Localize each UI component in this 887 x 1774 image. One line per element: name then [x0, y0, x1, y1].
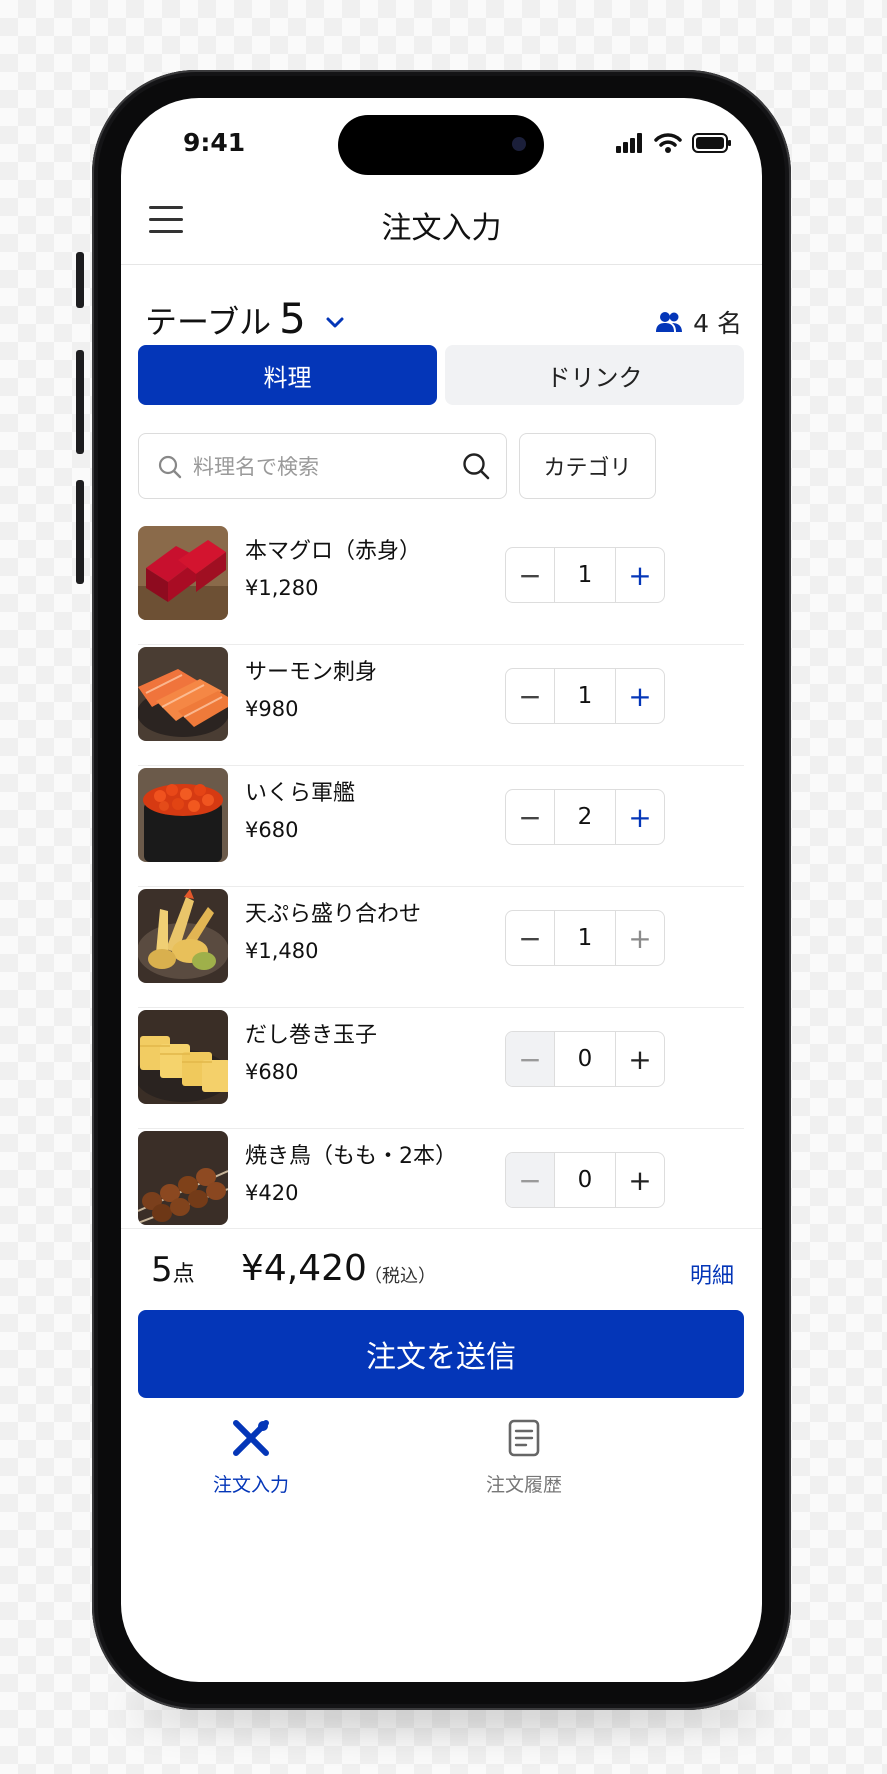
yakitori-image: [138, 1131, 228, 1225]
item-name: サーモン刺身: [245, 660, 378, 685]
decrement-button[interactable]: −: [506, 1032, 554, 1086]
bottom-nav: 注文入力 注文履歴: [121, 1408, 762, 1528]
quantity-stepper: − 1 +: [505, 547, 665, 603]
volume-up-button: [76, 350, 84, 454]
quantity-value: 0: [554, 1032, 616, 1086]
quantity-value: 1: [554, 911, 616, 965]
decrement-button[interactable]: −: [506, 548, 554, 602]
camera-icon: [512, 137, 526, 151]
list-item: サーモン刺身 ¥980 − 1 +: [138, 647, 744, 766]
increment-button[interactable]: +: [616, 669, 664, 723]
list-item: 焼き鳥（もも・2本） ¥420 − 0 +: [138, 1131, 744, 1249]
guest-count[interactable]: 4 名: [655, 304, 742, 340]
nav-order-entry[interactable]: 注文入力: [161, 1416, 341, 1497]
list-item: だし巻き玉子 ¥680 − 0 +: [138, 1010, 744, 1129]
quantity-stepper: − 0 +: [505, 1152, 665, 1208]
quantity-value: 1: [554, 669, 616, 723]
status-icons: [616, 132, 732, 154]
item-price: ¥420: [245, 1181, 299, 1205]
divider: [121, 1228, 762, 1229]
item-price: ¥1,280: [245, 576, 319, 600]
item-name: 天ぷら盛り合わせ: [245, 902, 422, 927]
item-name: 本マグロ（赤身）: [245, 539, 422, 564]
item-name: 焼き鳥（もも・2本）: [245, 1144, 457, 1169]
volume-down-button: [76, 480, 84, 584]
quantity-value: 1: [554, 548, 616, 602]
document-icon: [508, 1419, 540, 1457]
tab-drinks[interactable]: ドリンク: [445, 345, 744, 405]
order-summary: 5点 ¥4,420 （税込） 明細: [121, 1240, 762, 1300]
decrement-button[interactable]: −: [506, 911, 554, 965]
search-icon: [158, 455, 182, 479]
item-price: ¥1,480: [245, 939, 319, 963]
increment-button[interactable]: +: [616, 1032, 664, 1086]
list-item: 本マグロ（赤身） ¥1,280 − 1 +: [138, 526, 744, 645]
search-submit-icon[interactable]: [461, 451, 491, 481]
increment-button[interactable]: +: [616, 1153, 664, 1207]
item-price: ¥680: [245, 1060, 299, 1084]
item-name: だし巻き玉子: [245, 1023, 378, 1048]
app-screen: 9:41 注文入力 テーブル 5 4 名 料理 ドリンク 料理名で検索 カテゴリ…: [121, 98, 762, 1682]
category-tabs: 料理 ドリンク: [138, 345, 744, 405]
nav-order-history[interactable]: 注文履歴: [434, 1416, 614, 1497]
people-icon: [656, 312, 683, 332]
details-link[interactable]: 明細: [690, 1258, 734, 1290]
tamagoyaki-image: [138, 1010, 228, 1104]
dynamic-island: [338, 115, 544, 175]
battery-icon: [692, 133, 731, 153]
signal-icon: [616, 133, 642, 153]
quantity-stepper: − 1 +: [505, 910, 665, 966]
menu-list: 本マグロ（赤身） ¥1,280 − 1 + サーモン刺身 ¥980 − 1 + …: [138, 526, 744, 1249]
search-input[interactable]: [191, 448, 445, 486]
submit-order-button[interactable]: 注文を送信: [138, 1310, 744, 1398]
increment-button[interactable]: +: [616, 790, 664, 844]
decrement-button[interactable]: −: [506, 1153, 554, 1207]
order-total: ¥4,420: [241, 1248, 367, 1289]
list-item: 天ぷら盛り合わせ ¥1,480 − 1 +: [138, 889, 744, 1008]
item-count-value: 5: [151, 1250, 173, 1290]
increment-button[interactable]: +: [616, 911, 664, 965]
increment-button[interactable]: +: [616, 548, 664, 602]
nav-order-history-label: 注文履歴: [485, 1474, 562, 1496]
table-label: テーブル: [145, 303, 272, 341]
quantity-value: 2: [554, 790, 616, 844]
tuna-image: [138, 526, 228, 620]
action-button: [76, 252, 84, 308]
guest-count-label: 4 名: [693, 309, 742, 338]
item-count-unit: 点: [172, 1262, 195, 1287]
list-item: いくら軍艦 ¥680 − 2 +: [138, 768, 744, 887]
item-count: 5点: [151, 1250, 195, 1290]
item-price: ¥680: [245, 818, 299, 842]
category-filter-button[interactable]: カテゴリ: [519, 433, 656, 499]
quantity-value: 0: [554, 1153, 616, 1207]
salmon-image: [138, 647, 228, 741]
quantity-stepper: − 0 +: [505, 1031, 665, 1087]
tax-note: （税込）: [364, 1266, 436, 1287]
wifi-icon: [654, 133, 682, 153]
item-name: いくら軍艦: [245, 781, 356, 806]
table-selector[interactable]: テーブル 5: [145, 294, 346, 343]
item-price: ¥980: [245, 697, 299, 721]
tempura-image: [138, 889, 228, 983]
ikura-image: [138, 768, 228, 862]
nav-order-entry-label: 注文入力: [212, 1474, 289, 1496]
utensils-cross-icon: [233, 1420, 269, 1456]
chevron-down-icon: [326, 317, 344, 328]
decrement-button[interactable]: −: [506, 669, 554, 723]
search-box: [138, 433, 507, 499]
table-number: 5: [279, 294, 306, 343]
tab-food[interactable]: 料理: [138, 345, 437, 405]
app-header: 注文入力: [121, 178, 762, 265]
page-title: 注文入力: [381, 211, 502, 246]
quantity-stepper: − 2 +: [505, 789, 665, 845]
quantity-stepper: − 1 +: [505, 668, 665, 724]
decrement-button[interactable]: −: [506, 790, 554, 844]
status-time: 9:41: [183, 128, 246, 157]
